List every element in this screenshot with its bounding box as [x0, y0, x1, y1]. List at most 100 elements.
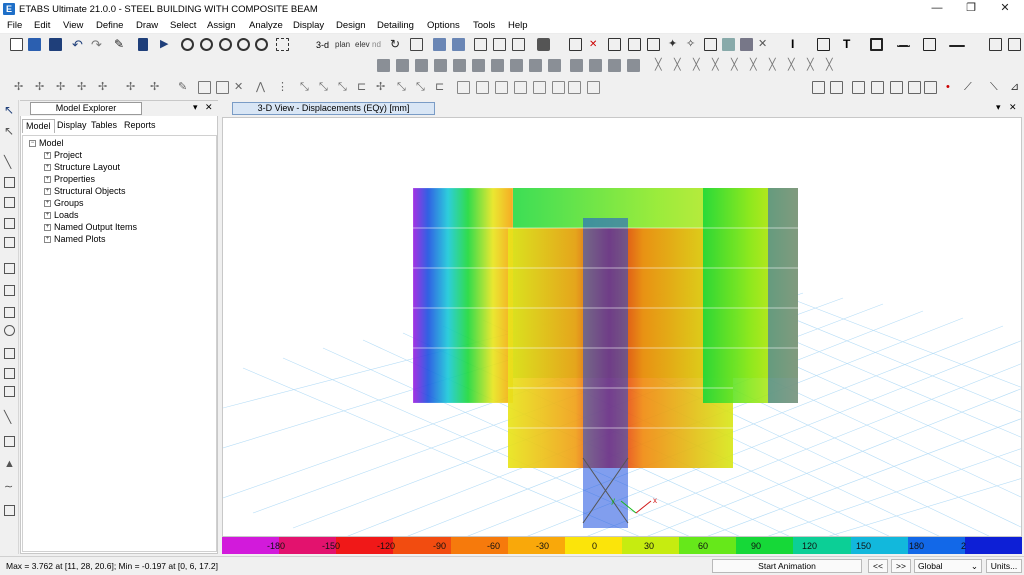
collapse-icon[interactable]: − [29, 140, 36, 148]
menu-file[interactable]: File [7, 20, 22, 31]
draw-area-icon[interactable] [4, 263, 15, 274]
nd-button[interactable]: nd [372, 40, 381, 49]
up-arrow-icon[interactable] [433, 38, 446, 51]
plan-view-button[interactable]: plan [335, 40, 350, 49]
down-arrow-icon[interactable] [452, 38, 465, 51]
snap-icon-4[interactable]: ⊏ [357, 81, 370, 94]
model-3d-view[interactable]: y x [222, 117, 1022, 537]
select-previous-icon[interactable] [852, 81, 865, 94]
design-toolbar-icon-6[interactable] [472, 59, 485, 72]
support-icon[interactable]: ✕ [589, 38, 602, 51]
brace-icon-5[interactable]: ╳ [731, 59, 744, 72]
extrude-icon[interactable] [537, 38, 550, 51]
force-diagram-icon[interactable] [628, 38, 641, 51]
snap-icon-14[interactable] [552, 81, 565, 94]
view-3d-button[interactable]: 3-d [316, 40, 329, 50]
design-toolbar-icon-12[interactable] [589, 59, 602, 72]
built-section-icon[interactable] [870, 38, 883, 51]
draw-dim-icon[interactable] [4, 386, 15, 397]
draw-slab-icon[interactable] [4, 285, 15, 296]
design-toolbar-icon-10[interactable] [548, 59, 561, 72]
brace-icon-9[interactable]: ╳ [807, 59, 820, 72]
design-toolbar-icon-11[interactable] [570, 59, 583, 72]
snap-icon-3[interactable]: ⤡ [338, 81, 351, 94]
brace-icon-7[interactable]: ╳ [769, 59, 782, 72]
draw-grid-icon[interactable]: ⋮ [277, 81, 290, 94]
brace-icon-10[interactable]: ╳ [826, 59, 839, 72]
design-toolbar-icon-14[interactable] [627, 59, 640, 72]
design-toolbar-icon-1[interactable] [377, 59, 390, 72]
design-toolbar-icon-4[interactable] [434, 59, 447, 72]
draw-stack-icon[interactable] [4, 368, 15, 379]
expand-icon[interactable]: + [44, 176, 51, 184]
design-toolbar-icon-8[interactable] [510, 59, 523, 72]
snap-icon-11[interactable] [495, 81, 508, 94]
deformed-icon[interactable] [608, 38, 621, 51]
clear-selection-icon[interactable] [871, 81, 884, 94]
snap-icon-12[interactable] [514, 81, 527, 94]
expand-icon[interactable]: + [44, 200, 51, 208]
wall-icon[interactable] [1008, 38, 1021, 51]
menu-edit[interactable]: Edit [34, 20, 50, 31]
prev-step-button[interactable]: << [868, 559, 888, 573]
tab-display[interactable]: Display [54, 119, 90, 133]
tree-item-properties[interactable]: + Properties [44, 174, 95, 184]
zoom-out-icon[interactable] [219, 38, 232, 51]
select-all-icon[interactable] [924, 81, 937, 94]
zoom-fit-icon[interactable] [255, 38, 268, 51]
grid-icon[interactable] [474, 38, 487, 51]
draw-tendon-icon[interactable]: ✎ [178, 81, 191, 94]
lock-icon[interactable] [138, 38, 148, 51]
menu-display[interactable]: Display [293, 20, 324, 31]
brace-icon-4[interactable]: ╳ [712, 59, 725, 72]
design-toolbar-icon-13[interactable] [608, 59, 621, 72]
reshape-icon[interactable]: ↖ [4, 124, 14, 138]
brace-icon-2[interactable]: ╳ [674, 59, 687, 72]
area-icon[interactable] [989, 38, 1002, 51]
draw-opening-icon[interactable]: ✕ [234, 81, 247, 94]
stress-icon[interactable] [647, 38, 660, 51]
tree-item-named-output-items[interactable]: + Named Output Items [44, 222, 137, 232]
draw-grid-vert-icon[interactable] [4, 436, 15, 447]
snap-icon-5[interactable]: ✢ [376, 81, 389, 94]
channel-section-icon[interactable] [923, 38, 936, 51]
tab-reports[interactable]: Reports [121, 119, 159, 133]
snap-icon-9[interactable] [457, 81, 470, 94]
tab-model[interactable]: Model [22, 119, 55, 133]
snap-icon-8[interactable]: ⊏ [435, 81, 448, 94]
draw-dimension-icon[interactable]: ⋀ [256, 81, 269, 94]
menu-draw[interactable]: Draw [136, 20, 158, 31]
menu-design[interactable]: Design [336, 20, 366, 31]
expand-icon[interactable]: + [44, 164, 51, 172]
frame-icon[interactable] [569, 38, 582, 51]
pan-icon[interactable] [276, 38, 289, 51]
run-icon[interactable]: ▶ [160, 38, 173, 51]
pencil-icon[interactable]: ✎ [114, 38, 127, 51]
units-button[interactable]: Units... [986, 559, 1022, 573]
select-window-icon[interactable] [812, 81, 825, 94]
draw-reference-icon[interactable] [4, 505, 15, 516]
draw-deck-icon[interactable] [4, 307, 15, 318]
shear-icon[interactable]: ✦ [668, 38, 681, 51]
view-tab-3d[interactable]: 3-D View - Displacements (EQy) [mm] [232, 102, 435, 115]
expand-icon[interactable]: + [44, 224, 51, 232]
start-animation-button[interactable]: Start Animation [712, 559, 862, 573]
snap-angle-icon[interactable]: ⟍ [990, 81, 1003, 94]
snap-icon-16[interactable] [587, 81, 600, 94]
tree-item-project[interactable]: + Project [44, 150, 82, 160]
draw-diagonal-icon[interactable]: ╲ [4, 410, 11, 424]
draw-line-icon[interactable]: ╲ [4, 155, 11, 169]
zoom-window-icon[interactable] [181, 38, 194, 51]
brace-icon-8[interactable]: ╳ [788, 59, 801, 72]
menu-define[interactable]: Define [96, 20, 123, 31]
expand-icon[interactable]: + [44, 152, 51, 160]
snap-icon-7[interactable]: ⤡ [416, 81, 429, 94]
display-icon[interactable] [722, 38, 735, 51]
design-toolbar-icon-3[interactable] [415, 59, 428, 72]
brace-icon-3[interactable]: ╳ [693, 59, 706, 72]
line-weight-icon[interactable] [949, 45, 965, 47]
design-toolbar-icon-2[interactable] [396, 59, 409, 72]
select-object-icon[interactable] [890, 81, 903, 94]
menu-help[interactable]: Help [508, 20, 528, 31]
draw-section-cut-icon[interactable]: ▲ [4, 458, 15, 470]
